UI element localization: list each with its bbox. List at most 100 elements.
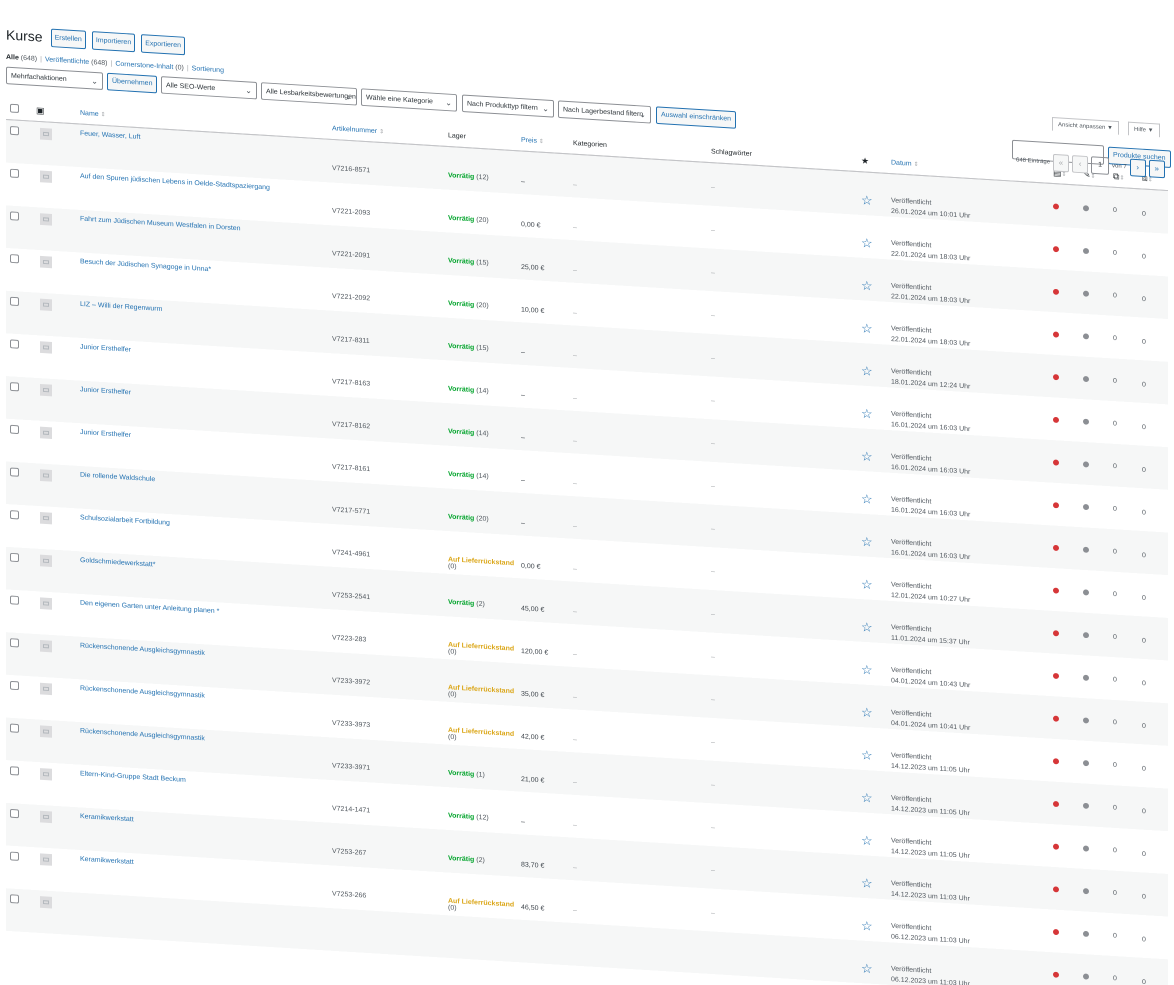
thumb-cell[interactable] — [32, 335, 76, 380]
featured-cell[interactable]: ☆ — [857, 556, 887, 601]
filter-all[interactable]: Alle (648) — [6, 54, 37, 63]
featured-star-icon[interactable]: ☆ — [861, 577, 873, 592]
placeholder-image-icon[interactable] — [40, 341, 52, 354]
placeholder-image-icon[interactable] — [40, 725, 52, 738]
row-checkbox[interactable] — [10, 339, 19, 349]
placeholder-image-icon[interactable] — [40, 511, 52, 525]
product-name-link[interactable]: Eltern-Kind-Gruppe Stadt Beckum — [80, 771, 186, 784]
placeholder-image-icon[interactable] — [40, 768, 52, 781]
row-checkbox[interactable] — [10, 168, 19, 178]
product-name-link[interactable]: Den eigenen Garten unter Anleitung plane… — [80, 600, 219, 615]
featured-star-icon[interactable]: ☆ — [861, 534, 873, 549]
row-select-cell[interactable] — [6, 419, 32, 463]
product-type-select[interactable]: Nach Produkttyp filtern ⌄ — [462, 94, 554, 118]
featured-cell[interactable]: ☆ — [857, 898, 887, 943]
row-checkbox[interactable] — [10, 382, 19, 392]
apply-bulk-button[interactable]: Übernehmen — [107, 72, 158, 94]
thumb-cell[interactable] — [32, 506, 76, 551]
thumb-cell[interactable] — [32, 121, 76, 167]
placeholder-image-icon[interactable] — [40, 853, 52, 866]
row-checkbox[interactable] — [10, 638, 19, 648]
featured-star-icon[interactable]: ☆ — [861, 235, 873, 250]
product-name-link[interactable]: Besuch der Jüdischen Synagoge in Unna* — [80, 258, 211, 273]
featured-cell[interactable]: ☆ — [857, 684, 887, 729]
featured-star-icon[interactable]: ☆ — [861, 662, 873, 677]
featured-star-icon[interactable]: ☆ — [861, 193, 873, 208]
row-checkbox[interactable] — [10, 510, 19, 520]
screen-options-toggle[interactable]: Ansicht anpassen ▼ — [1052, 117, 1119, 135]
featured-cell[interactable]: ☆ — [857, 471, 887, 516]
product-name-link[interactable]: Junior Ersthelfer — [80, 344, 131, 354]
create-button[interactable]: Erstellen — [50, 28, 86, 49]
product-name-link[interactable]: Rückenschonende Ausgleichsgymnastik — [80, 642, 205, 656]
row-select-cell[interactable] — [6, 119, 32, 164]
row-checkbox[interactable] — [10, 766, 19, 776]
row-select-cell[interactable] — [6, 205, 32, 249]
placeholder-image-icon[interactable] — [40, 426, 52, 440]
thumb-cell[interactable] — [32, 164, 76, 209]
seo-score-select[interactable]: Alle SEO-Werte ⌄ — [161, 76, 257, 100]
featured-star-icon[interactable]: ☆ — [861, 491, 873, 506]
featured-cell[interactable]: ☆ — [857, 385, 887, 430]
product-name-link[interactable]: Junior Ersthelfer — [80, 429, 131, 439]
row-checkbox[interactable] — [10, 552, 19, 563]
price-column-header[interactable]: Preis ⇕ — [517, 128, 569, 154]
featured-star-icon[interactable]: ☆ — [861, 918, 873, 933]
featured-star-icon[interactable]: ☆ — [861, 278, 873, 293]
placeholder-image-icon[interactable] — [40, 255, 52, 269]
thumb-cell[interactable] — [32, 676, 76, 721]
featured-cell[interactable]: ☆ — [857, 940, 887, 985]
placeholder-image-icon[interactable] — [40, 554, 52, 568]
row-select-cell[interactable] — [6, 675, 32, 719]
placeholder-image-icon[interactable] — [40, 682, 52, 696]
row-select-cell[interactable] — [6, 632, 32, 676]
featured-cell[interactable]: ☆ — [857, 257, 887, 302]
placeholder-image-icon[interactable] — [40, 469, 52, 482]
select-all-cell[interactable] — [6, 97, 32, 122]
featured-star-icon[interactable]: ☆ — [861, 705, 873, 720]
product-name-link[interactable]: Junior Ersthelfer — [80, 386, 131, 396]
thumb-cell[interactable] — [32, 548, 76, 593]
thumb-cell[interactable] — [32, 847, 76, 892]
help-toggle[interactable]: Hilfe ▼ — [1128, 121, 1160, 138]
featured-star-icon[interactable]: ☆ — [861, 833, 873, 848]
last-page-button[interactable]: » — [1148, 159, 1165, 179]
product-name-link[interactable]: Schulsozialarbeit Fortbildung — [80, 514, 170, 526]
row-checkbox[interactable] — [10, 126, 19, 136]
row-select-cell[interactable] — [6, 717, 32, 761]
placeholder-image-icon[interactable] — [40, 213, 52, 226]
featured-column-header[interactable]: ★ — [857, 149, 887, 174]
product-name-link[interactable]: Goldschmiedewerkstatt* — [80, 557, 155, 568]
featured-star-icon[interactable]: ☆ — [861, 876, 873, 891]
category-select[interactable]: Wähle eine Kategorie ⌄ — [361, 88, 457, 112]
filter-cornerstone[interactable]: Cornerstone-Inhalt (0) — [115, 61, 184, 72]
row-checkbox[interactable] — [10, 254, 19, 264]
featured-cell[interactable]: ☆ — [857, 599, 887, 644]
featured-star-icon[interactable]: ☆ — [861, 961, 873, 976]
product-name-link[interactable]: Feuer, Wasser, Luft — [80, 130, 140, 140]
featured-cell[interactable]: ☆ — [857, 513, 887, 558]
thumb-cell[interactable] — [32, 292, 76, 337]
row-select-cell[interactable] — [6, 461, 32, 505]
row-checkbox[interactable] — [10, 424, 19, 435]
featured-star-icon[interactable]: ☆ — [861, 363, 873, 378]
current-page-input[interactable]: 1 — [1091, 156, 1110, 175]
import-button[interactable]: Importieren — [91, 30, 136, 52]
row-select-cell[interactable] — [6, 760, 32, 804]
row-checkbox[interactable] — [10, 211, 19, 221]
filter-published[interactable]: Veröffentlichte (648) — [45, 56, 108, 67]
bulk-action-select[interactable]: Mehrfachaktionen ⌄ — [6, 66, 103, 91]
featured-cell[interactable]: ☆ — [857, 641, 887, 686]
featured-cell[interactable]: ☆ — [857, 812, 887, 857]
thumb-cell[interactable] — [32, 719, 76, 764]
product-name-link[interactable]: Rückenschonende Ausgleichsgymnastik — [80, 728, 205, 742]
row-select-cell[interactable] — [6, 888, 32, 932]
select-all-checkbox[interactable] — [10, 103, 19, 113]
thumb-cell[interactable] — [32, 463, 76, 508]
featured-cell[interactable]: ☆ — [857, 300, 887, 345]
placeholder-image-icon[interactable] — [40, 170, 52, 183]
thumb-cell[interactable] — [32, 420, 76, 465]
featured-cell[interactable]: ☆ — [857, 855, 887, 900]
thumb-cell[interactable] — [32, 591, 76, 636]
featured-star-icon[interactable]: ☆ — [861, 747, 873, 762]
